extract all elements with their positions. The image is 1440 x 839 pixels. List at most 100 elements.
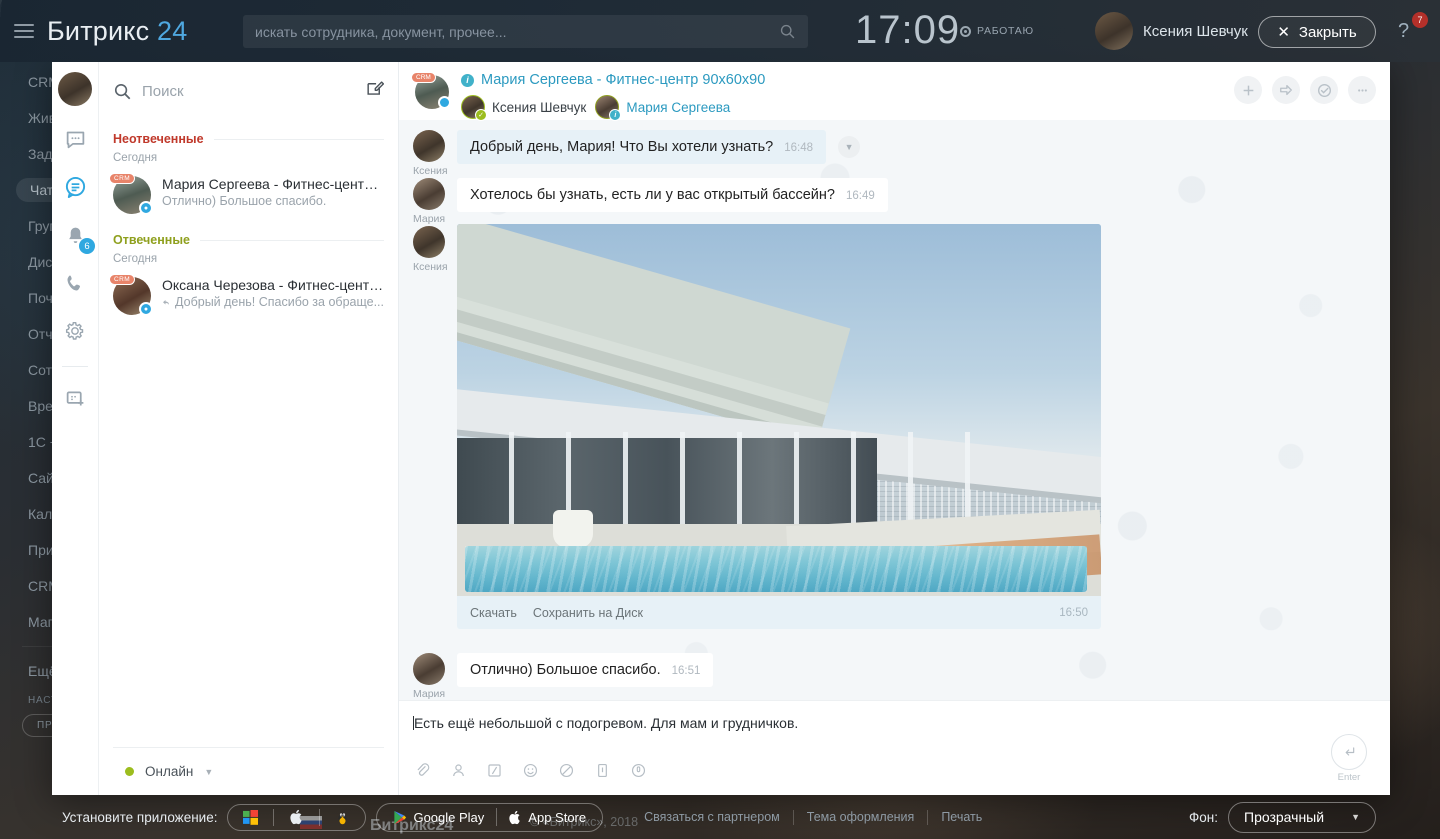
send-button[interactable]: Enter [1330, 734, 1368, 783]
app-store-button[interactable]: App Store [497, 810, 598, 825]
composer-tools [409, 757, 651, 783]
message-time: 16:49 [846, 190, 875, 202]
message-item: Ксения Добрый день, Мария! Что Вы хотели… [399, 130, 1390, 178]
no-smile-icon[interactable] [553, 757, 579, 783]
notifications-icon[interactable]: 6 [58, 218, 92, 252]
crm-badge: CRM [109, 274, 135, 285]
search-input[interactable] [255, 24, 779, 40]
attach-file-icon[interactable] [409, 757, 435, 783]
chat-row-title: Мария Сергеева - Фитнес-центр 9... [162, 176, 384, 192]
open-lines-icon[interactable] [58, 170, 92, 204]
partner-link[interactable]: Связаться с партнером [631, 810, 793, 824]
message-avatar: Мария [413, 653, 445, 700]
chevron-down-icon: ▼ [204, 767, 213, 777]
dialog-title-row[interactable]: i Мария Сергеева - Фитнес-центр 90x60x90 [461, 72, 765, 88]
avatar [413, 226, 445, 258]
search-icon [779, 23, 796, 40]
attached-image[interactable] [457, 224, 1101, 596]
composer-input[interactable]: Есть ещё небольшой с подогревом. Для мам… [399, 701, 1390, 731]
message-text: Добрый день, Мария! Что Вы хотели узнать… [470, 139, 773, 155]
message-time: 16:50 [1059, 607, 1088, 619]
settings-icon[interactable] [58, 314, 92, 348]
chat-search[interactable] [99, 62, 398, 120]
help-icon[interactable]: ? [1398, 20, 1409, 43]
compose-icon[interactable] [365, 79, 384, 103]
chat-search-input[interactable] [142, 83, 355, 100]
background-selector-group: Фон: Прозрачный ▼ [1189, 802, 1376, 833]
more-button[interactable] [1348, 76, 1376, 104]
chat-section-header: Неотвеченные [99, 124, 398, 148]
background-select[interactable]: Прозрачный ▼ [1228, 802, 1376, 833]
quote-icon[interactable] [481, 757, 507, 783]
list-item[interactable]: CRM ● Оксана Черезова - Фитнес-центр ...… [99, 272, 398, 326]
message-avatar: Мария [413, 178, 445, 225]
brand-logo[interactable]: Битрикс 24 [47, 16, 187, 47]
linux-icon[interactable] [320, 809, 365, 825]
store-buttons: Google Play App Store [376, 803, 603, 832]
crm-badge: CRM [411, 72, 436, 83]
dialog-avatar-wrap: CRM [415, 75, 449, 109]
mention-user-icon[interactable] [445, 757, 471, 783]
messages-area: Ксения Добрый день, Мария! Что Вы хотели… [399, 120, 1390, 700]
message-author: Ксения [413, 261, 445, 273]
close-button[interactable]: ✕ Закрыть [1258, 16, 1376, 48]
avatar [413, 653, 445, 685]
forward-button[interactable] [1272, 76, 1300, 104]
message-item: Мария Отлично) Большое спасибо. 16:51 [399, 643, 1390, 700]
complete-button[interactable] [1310, 76, 1338, 104]
chat-row-text: Мария Сергеева - Фитнес-центр 9... Отлич… [162, 176, 384, 214]
calls-icon[interactable] [58, 266, 92, 300]
im-window: 6 [52, 62, 1390, 795]
member-maria[interactable]: i Мария Сергеева [595, 95, 730, 119]
avatar: i [595, 95, 619, 119]
global-search[interactable] [243, 15, 808, 48]
save-to-disk-link[interactable]: Сохранить на Диск [533, 606, 643, 620]
chevron-down-icon: ▼ [1351, 812, 1360, 822]
message-menu-icon[interactable]: ▼ [838, 136, 860, 158]
google-play-button[interactable]: Google Play [381, 810, 496, 825]
emoji-icon[interactable] [517, 757, 543, 783]
crm-badge: CRM [109, 173, 135, 184]
dialog-header-main: i Мария Сергеева - Фитнес-центр 90x60x90… [461, 72, 765, 119]
chat-avatar-wrap: CRM ● [113, 176, 151, 214]
add-button[interactable] [1234, 76, 1262, 104]
send-button-label: Enter [1330, 772, 1368, 783]
avatar: ✓ [461, 95, 485, 119]
like-badge-icon: ✓ [475, 109, 487, 121]
open-line-badge-icon [438, 96, 451, 109]
user-chip[interactable]: Ксения Шевчук [1095, 12, 1248, 50]
footer-links: Связаться с партнером Тема оформления Пе… [631, 810, 995, 825]
work-status[interactable]: РАБОТАЮ [960, 25, 1034, 37]
online-dot-icon [125, 767, 134, 776]
chat-row-preview: Отлично) Большое спасибо. [162, 194, 384, 208]
apple-icon[interactable] [274, 809, 319, 825]
print-link[interactable]: Печать [928, 810, 995, 824]
message-avatar: Ксения [413, 130, 445, 177]
rail-avatar[interactable] [58, 72, 92, 106]
top-bar: Битрикс 24 17:09 РАБОТАЮ Ксения Шевчук ✕… [0, 0, 1440, 62]
record-audio-icon[interactable] [625, 757, 651, 783]
close-icon: ✕ [1277, 23, 1290, 41]
im-rail: 6 [52, 62, 99, 795]
message-composer: Есть ещё небольшой с подогревом. Для мам… [399, 700, 1390, 795]
create-chat-icon[interactable] [58, 381, 92, 415]
upload-file-icon[interactable] [589, 757, 615, 783]
notifications-badge: 6 [79, 238, 95, 254]
page-title: Мария Сергеева - Фитнес-центр 90x60x90 [481, 72, 765, 88]
menu-toggle-button[interactable] [14, 24, 34, 38]
presence-status[interactable]: Онлайн ▼ [113, 747, 384, 795]
member-ksenia[interactable]: ✓ Ксения Шевчук [461, 95, 586, 119]
presence-label: Онлайн [145, 764, 193, 779]
install-app-label: Установите приложение: [62, 810, 217, 825]
dialog-members: ✓ Ксения Шевчук i Мария Сергеева [461, 95, 765, 119]
work-status-label: РАБОТАЮ [977, 25, 1034, 37]
clock: 17:09 [855, 8, 960, 53]
windows-icon[interactable] [228, 810, 273, 825]
record-icon [960, 26, 971, 37]
chat-row-preview: Добрый день! Спасибо за обраще... [162, 295, 384, 309]
messages-icon[interactable] [58, 122, 92, 156]
theme-link[interactable]: Тема оформления [794, 810, 928, 824]
download-link[interactable]: Скачать [470, 606, 517, 620]
google-play-label: Google Play [413, 810, 484, 825]
list-item[interactable]: CRM ● Мария Сергеева - Фитнес-центр 9...… [99, 171, 398, 225]
